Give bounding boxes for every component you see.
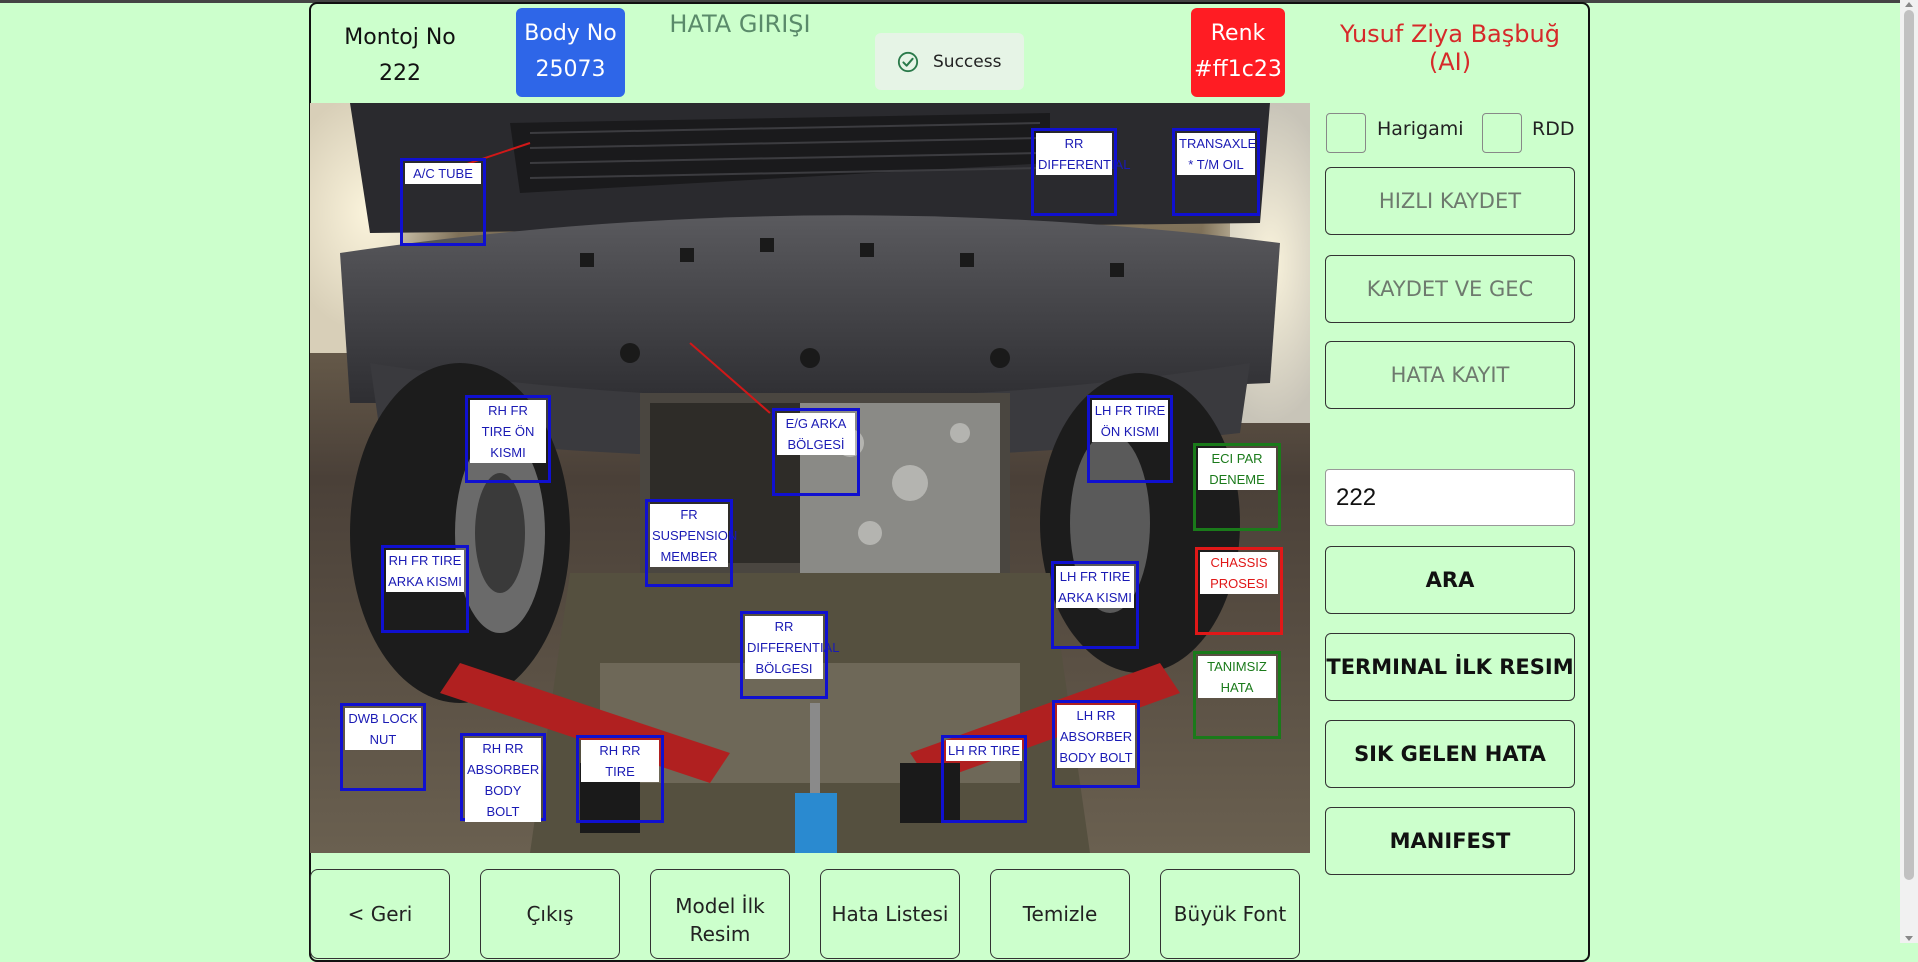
- montoj-info: Montoj No 222: [333, 20, 467, 92]
- tag-rh-rr-tire[interactable]: RH RR TIRE: [576, 735, 664, 823]
- renk-badge: Renk #ff1c23: [1191, 8, 1285, 97]
- tag-label: TRANSAXLE * T/M OIL: [1177, 133, 1256, 175]
- tag-label: RH FR TIRE ÖN KISMI: [470, 400, 546, 463]
- tag-rr-differential[interactable]: RR DIFFERENTIAL: [1031, 128, 1130, 216]
- tag-label: LH FR TIRE ÖN KISMI: [1092, 400, 1168, 442]
- renk-label: Renk: [1210, 21, 1266, 46]
- model-ilk-resim-button[interactable]: Model İlk Resim: [650, 869, 790, 959]
- tag-eg-arka[interactable]: E/G ARKA BÖLGESİ: [772, 408, 860, 496]
- harigami-label: Harigami: [1377, 118, 1464, 140]
- tag-ac-tube[interactable]: A/C TUBE: [400, 158, 486, 246]
- tag-label: A/C TUBE: [405, 163, 481, 184]
- scroll-up-icon[interactable]: [1905, 2, 1913, 7]
- scroll-thumb[interactable]: [1904, 10, 1914, 880]
- tag-tanimsiz-hata[interactable]: TANIMSIZ HATA: [1193, 651, 1281, 739]
- tag-transaxle[interactable]: TRANSAXLE * T/M OIL: [1172, 128, 1260, 216]
- sik-gelen-hata-button[interactable]: SIK GELEN HATA: [1325, 720, 1575, 788]
- rdd-checkbox[interactable]: [1482, 113, 1522, 153]
- tag-label: RH RR TIRE: [581, 740, 659, 782]
- tag-label: RH RR ABSORBER BODY BOLT: [465, 738, 541, 822]
- terminal-ilk-resim-button[interactable]: TERMINAL İLK RESIM: [1325, 633, 1575, 701]
- tag-label: CHASSIS PROSESI: [1200, 552, 1278, 594]
- tag-lh-fr-tire-on[interactable]: LH FR TIRE ÖN KISMI: [1087, 395, 1173, 483]
- tag-chassis-prosesi[interactable]: CHASSIS PROSESI: [1195, 547, 1283, 635]
- harigami-checkbox[interactable]: [1326, 113, 1366, 153]
- search-input[interactable]: 222: [1325, 469, 1575, 526]
- scroll-down-icon[interactable]: [1905, 936, 1913, 941]
- tag-lh-rr-tire[interactable]: LH RR TIRE: [941, 735, 1027, 823]
- toast-text: Success: [933, 51, 1002, 72]
- check-circle-icon: [897, 51, 919, 72]
- buyuk-font-button[interactable]: Büyük Font: [1160, 869, 1300, 959]
- tag-dwb-lock-nut[interactable]: DWB LOCK NUT: [340, 703, 426, 791]
- success-toast: Success: [875, 33, 1024, 90]
- tag-label: FR SUSPENSION MEMBER: [650, 504, 737, 567]
- tag-rh-rr-absorber[interactable]: RH RR ABSORBER BODY BOLT: [460, 733, 546, 822]
- tag-label: E/G ARKA BÖLGESİ: [777, 413, 855, 455]
- ara-button[interactable]: ARA: [1325, 546, 1575, 614]
- body-no-badge: Body No 25073: [516, 8, 625, 97]
- tag-lh-fr-tire-arka[interactable]: LH FR TIRE ARKA KISMI: [1051, 561, 1139, 649]
- geri-button[interactable]: < Geri: [310, 869, 450, 959]
- temizle-button[interactable]: Temizle: [990, 869, 1130, 959]
- tag-label: RR DIFFERENTIAL: [1036, 133, 1130, 175]
- tag-label: RR DIFFERENTIAL BÖLGESI: [745, 616, 839, 679]
- manifest-button[interactable]: MANIFEST: [1325, 807, 1575, 875]
- hata-kayit-button[interactable]: HATA KAYIT: [1325, 341, 1575, 409]
- tag-label: RH FR TIRE ARKA KISMI: [386, 550, 464, 592]
- tag-label: LH RR TIRE: [946, 740, 1022, 761]
- tag-label: LH RR ABSORBER BODY BOLT: [1057, 705, 1135, 768]
- body-no-value: 25073: [535, 57, 606, 82]
- tag-fr-suspension[interactable]: FR SUSPENSION MEMBER: [645, 499, 737, 587]
- montoj-label: Montoj No: [344, 25, 456, 50]
- tag-rr-diff-bolgesi[interactable]: RR DIFFERENTIAL BÖLGESI: [740, 611, 839, 699]
- user-name: Yusuf Ziya Başbuğ (AI): [1340, 20, 1560, 76]
- rdd-label: RDD: [1532, 118, 1575, 140]
- tag-label: TANIMSIZ HATA: [1198, 656, 1276, 698]
- hizli-kaydet-button[interactable]: HIZLI KAYDET: [1325, 167, 1575, 235]
- tag-label: ECI PAR DENEME: [1198, 448, 1276, 490]
- tag-label: LH FR TIRE ARKA KISMI: [1056, 566, 1134, 608]
- page-scrollbar[interactable]: [1900, 0, 1918, 943]
- renk-value: #ff1c23: [1194, 57, 1282, 82]
- montoj-value: 222: [379, 61, 421, 86]
- hata-listesi-button[interactable]: Hata Listesi: [820, 869, 960, 959]
- tag-label: DWB LOCK NUT: [345, 708, 421, 750]
- body-no-label: Body No: [524, 21, 617, 46]
- kaydet-ve-gec-button[interactable]: KAYDET VE GEC: [1325, 255, 1575, 323]
- page-title: HATA GIRIŞI: [669, 10, 811, 38]
- cikis-button[interactable]: Çıkış: [480, 869, 620, 959]
- tag-rh-fr-tire-arka[interactable]: RH FR TIRE ARKA KISMI: [381, 545, 469, 633]
- tag-eci-par[interactable]: ECI PAR DENEME: [1193, 443, 1281, 531]
- tag-lh-rr-absorber[interactable]: LH RR ABSORBER BODY BOLT: [1052, 700, 1140, 788]
- tag-rh-fr-tire-on[interactable]: RH FR TIRE ÖN KISMI: [465, 395, 551, 483]
